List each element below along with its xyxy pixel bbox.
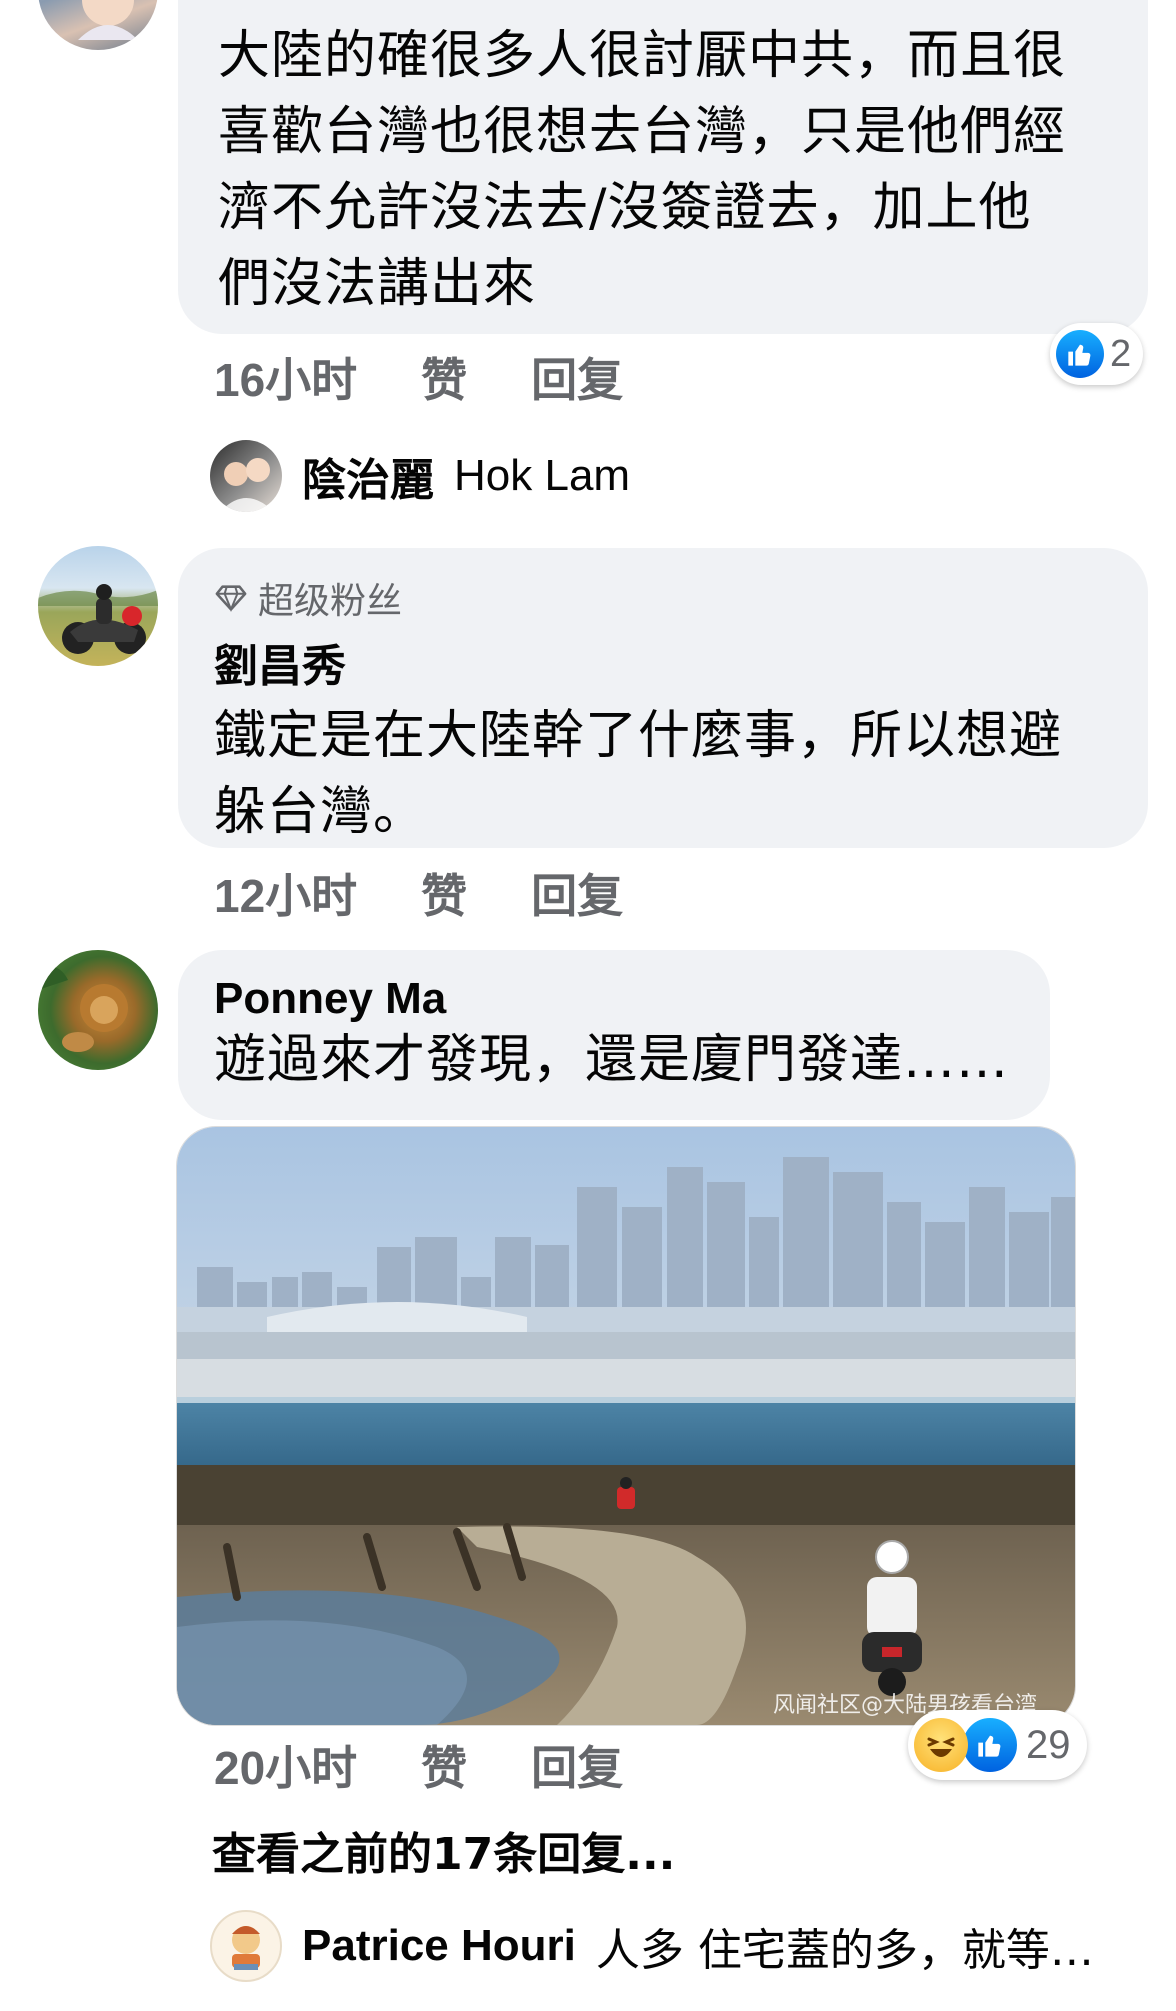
comment-text: 遊過來才發現，還是廈門發達…… xyxy=(214,1030,1010,1090)
comment-timestamp[interactable]: 20小时 xyxy=(214,1732,357,1798)
reply-author-avatar[interactable] xyxy=(210,440,282,512)
top-fan-badge: 超级粉丝 xyxy=(214,572,1108,624)
diamond-icon xyxy=(215,585,247,612)
reply-preview[interactable]: 陰治麗 Hok Lam xyxy=(210,440,630,512)
reaction-count: 2 xyxy=(1110,332,1132,375)
reply-preview[interactable]: Patrice Houri 人多 住宅蓋的多，就等… xyxy=(210,1910,1094,1982)
reply-button[interactable]: 回复 xyxy=(531,860,623,926)
top-fan-label: 超级粉丝 xyxy=(258,581,403,622)
reaction-summary[interactable]: 2 xyxy=(1050,323,1144,385)
reply-button[interactable]: 回复 xyxy=(531,344,623,410)
reply-author-avatar[interactable] xyxy=(210,1910,282,1982)
reply-snippet: Hok Lam xyxy=(454,451,631,500)
reply-author-name[interactable]: 陰治麗 xyxy=(302,444,434,508)
comment-actions: 20小时 赞 回复 xyxy=(214,1732,623,1798)
comment-text: 大陸的確很多人很討厭中共，而且很 喜歡台灣也很想去台灣，只是他們經 濟不允許沒法… xyxy=(218,26,1067,314)
reaction-summary[interactable]: 29 xyxy=(908,1710,1087,1780)
comment-thread: 大陸的確很多人很討厭中共，而且很 喜歡台灣也很想去台灣，只是他們經 濟不允許沒法… xyxy=(0,0,1176,2011)
reply-snippet: 人多 住宅蓋的多，就等… xyxy=(595,1925,1094,1976)
like-button[interactable]: 赞 xyxy=(421,1732,467,1798)
like-reaction-icon xyxy=(960,1715,1020,1775)
view-previous-replies-link[interactable]: 查看之前的17条回复... xyxy=(212,1818,675,1882)
comment-text: 鐵定是在大陸幹了什麼事，所以想避 躲台灣。 xyxy=(214,706,1063,842)
comment-bubble: 超级粉丝 劉昌秀 鐵定是在大陸幹了什麼事，所以想避 躲台灣。 xyxy=(178,548,1148,848)
reply-button[interactable]: 回复 xyxy=(531,1732,623,1798)
comment-actions: 16小时 赞 回复 xyxy=(214,344,623,410)
reply-author-name[interactable]: Patrice Houri xyxy=(302,1921,576,1971)
like-button[interactable]: 赞 xyxy=(421,860,467,926)
coastline-city-photo: 风闻社区@大陆男孩看台湾 xyxy=(177,1127,1075,1725)
comment-photo[interactable]: 风闻社区@大陆男孩看台湾 xyxy=(176,1126,1076,1726)
commenter-avatar[interactable] xyxy=(38,546,158,666)
comment-bubble: 大陸的確很多人很討厭中共，而且很 喜歡台灣也很想去台灣，只是他們經 濟不允許沒法… xyxy=(178,0,1148,334)
commenter-avatar[interactable] xyxy=(38,950,158,1070)
commenter-avatar[interactable] xyxy=(38,0,158,50)
comment-actions: 12小时 赞 回复 xyxy=(214,860,623,926)
comment-timestamp[interactable]: 12小时 xyxy=(214,860,357,926)
comment-bubble: Ponney Ma 遊過來才發現，還是廈門發達…… xyxy=(178,950,1050,1120)
like-button[interactable]: 赞 xyxy=(421,344,467,410)
haha-reaction-icon xyxy=(914,1718,968,1772)
reaction-count: 29 xyxy=(1026,1722,1071,1767)
comment-author-name[interactable]: Ponney Ma xyxy=(214,972,1014,1026)
comment-author-name[interactable]: 劉昌秀 xyxy=(214,630,1108,694)
comment-timestamp[interactable]: 16小时 xyxy=(214,344,357,410)
like-reaction-icon xyxy=(1056,330,1104,378)
